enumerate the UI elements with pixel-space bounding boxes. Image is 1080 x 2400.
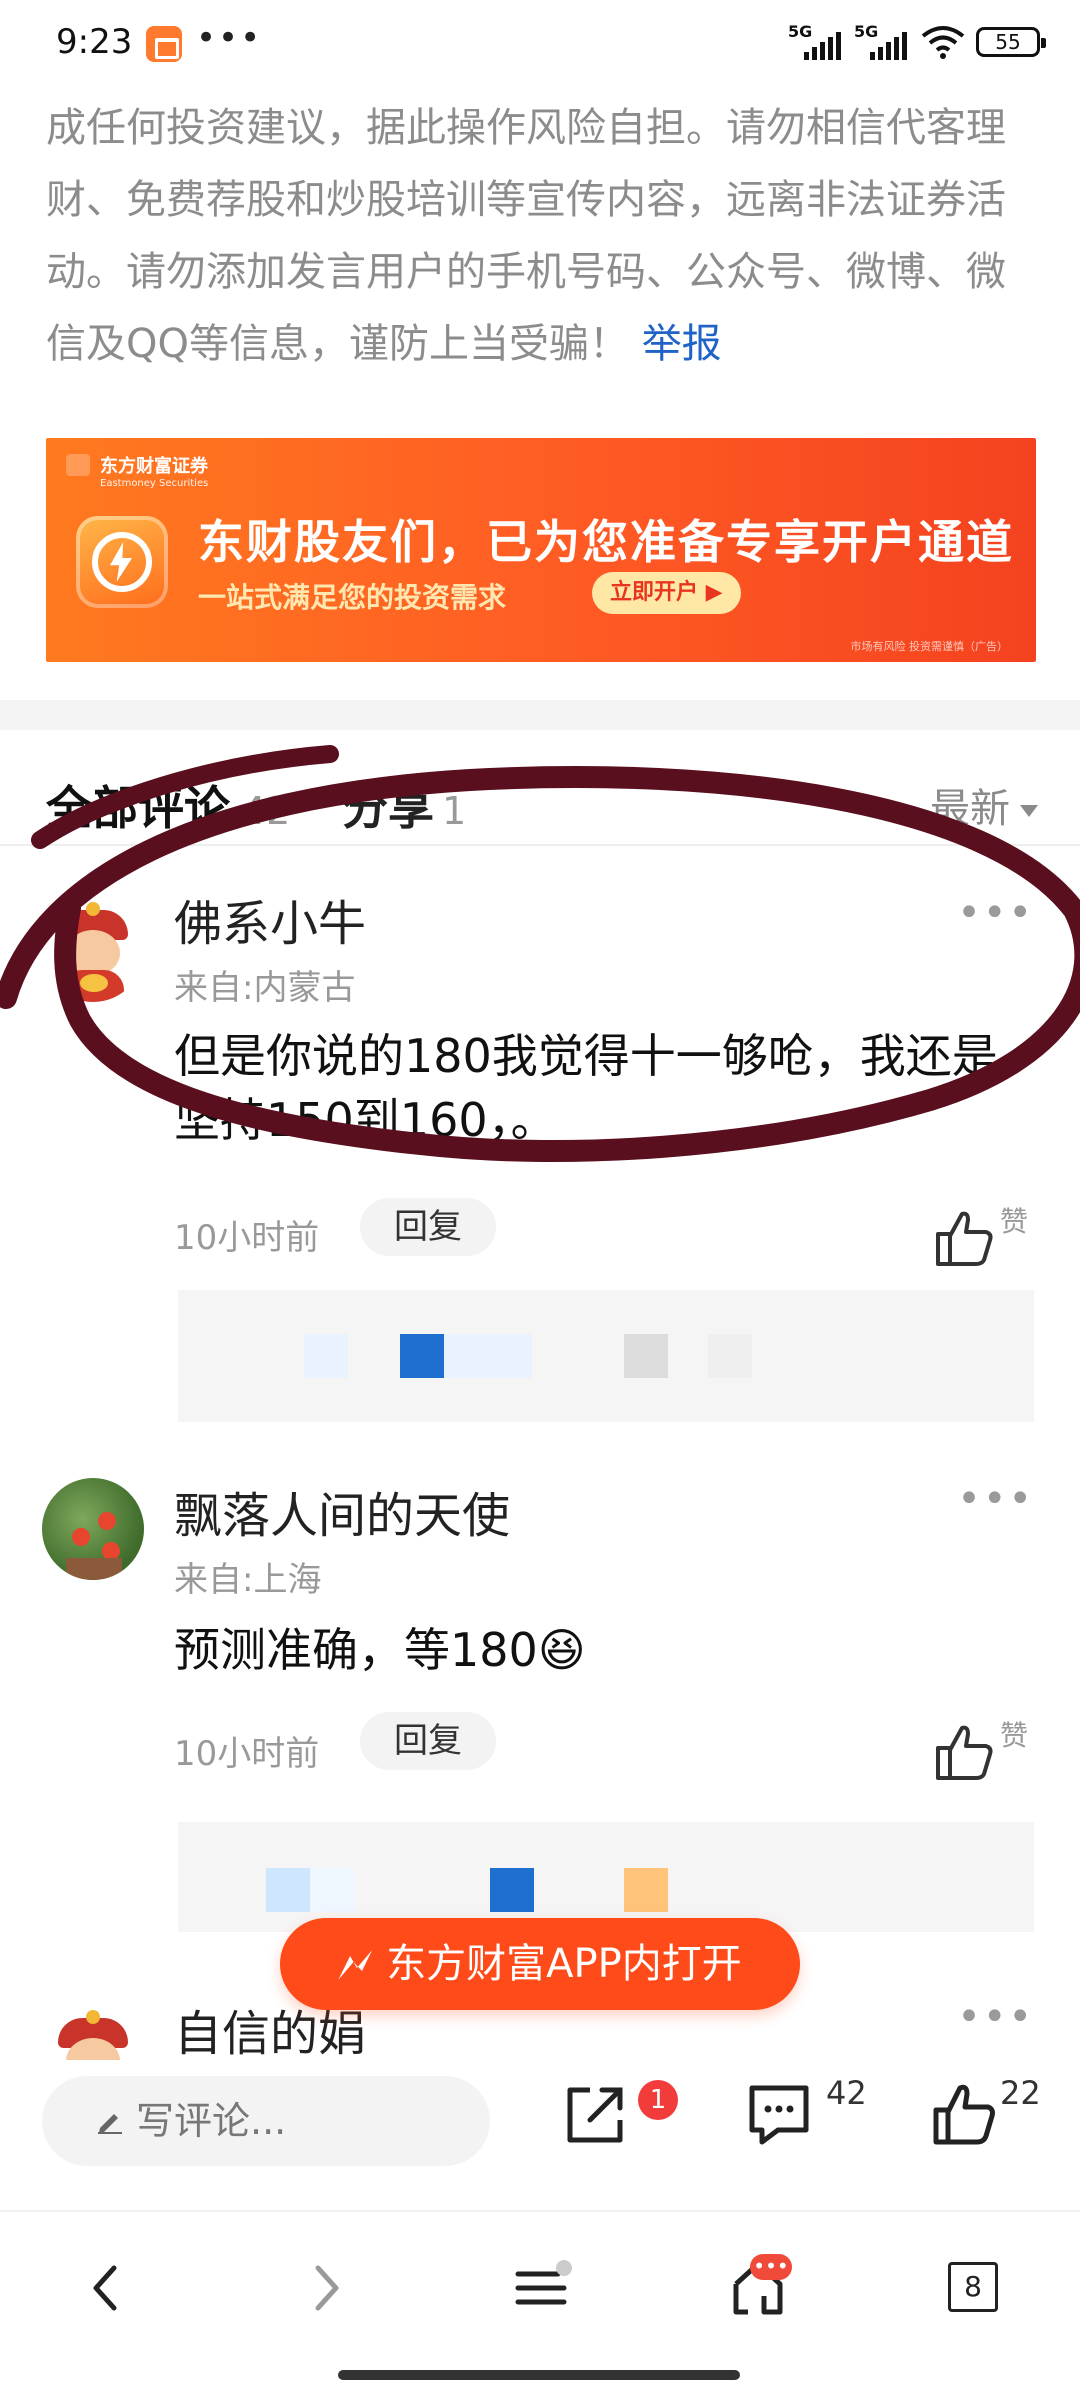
shares-tab[interactable]: 分享 1 — [342, 772, 466, 838]
comment-location: 来自:内蒙古 — [174, 968, 356, 1008]
like-label: 赞 — [1000, 1719, 1029, 1752]
reply-button[interactable]: 回复 — [360, 1198, 496, 1256]
like-button[interactable]: 赞 — [934, 1714, 1044, 1784]
menu-button[interactable] — [506, 2252, 578, 2324]
browser-nav-bar: ••• 8 — [0, 2210, 1080, 2350]
status-indicators: 5G 5G 55 — [788, 22, 1046, 62]
forward-button[interactable] — [290, 2252, 362, 2324]
comments-count: 42 — [242, 789, 291, 833]
sort-label: 最新 — [930, 786, 1010, 832]
report-link[interactable]: 举报 — [642, 321, 722, 367]
inline-ad-placeholder — [178, 1290, 1034, 1422]
shares-count: 1 — [442, 789, 467, 833]
section-divider — [0, 700, 1080, 730]
risk-disclaimer: 成任何投资建议，据此操作风险自担。请勿相信代客理财、免费荐股和炒股培训等宣传内容… — [46, 92, 1036, 380]
comment-username[interactable]: 佛系小牛 — [174, 884, 366, 954]
account-opening-banner[interactable]: 东方财富证券 Eastmoney Securities 东财股友们，已为您准备专… — [46, 438, 1036, 662]
thumbs-up-icon — [936, 1725, 993, 1780]
comment-count: 42 — [826, 2074, 867, 2112]
avatar[interactable] — [42, 1478, 144, 1580]
more-options-icon[interactable]: ••• — [957, 890, 1034, 936]
back-icon — [93, 2265, 117, 2311]
banner-brand-cn: 东方财富证券 — [100, 456, 208, 477]
status-bar: 9:23 ••• 5G 5G 55 — [0, 0, 1080, 90]
comment-location: 来自:上海 — [174, 1560, 322, 1600]
more-options-icon[interactable]: ••• — [957, 1476, 1034, 1522]
open-account-button[interactable]: 立即开户 ▶ — [592, 572, 741, 614]
home-notification-dot: ••• — [750, 2254, 792, 2280]
banner-brand: 东方财富证券 Eastmoney Securities — [66, 452, 208, 489]
forward-icon — [315, 2265, 339, 2311]
comment-text: 预测准确，等180😆 — [174, 1623, 586, 1677]
write-comment-placeholder: 写评论... — [136, 2099, 287, 2143]
share-badge: 1 — [638, 2080, 678, 2120]
comment-time: 10小时前 — [174, 1218, 320, 1258]
comment-time: 10小时前 — [174, 1734, 320, 1774]
disclaimer-text: 成任何投资建议，据此操作风险自担。请勿相信代客理财、免费荐股和炒股培训等宣传内容… — [46, 105, 1006, 367]
thumbs-up-icon — [933, 2084, 995, 2145]
comments-header: 全部评论 42 分享 1 最新 — [0, 760, 1080, 846]
inline-ad-placeholder — [178, 1822, 1034, 1932]
comment-button[interactable] — [744, 2080, 824, 2160]
reply-button[interactable]: 回复 — [360, 1712, 496, 1770]
thumbs-up-icon — [936, 1211, 993, 1266]
write-comment-input[interactable]: 写评论... — [42, 2076, 490, 2166]
banner-subtitle: 一站式满足您的投资需求 — [198, 581, 507, 614]
share-icon — [567, 2087, 623, 2143]
shares-label: 分享 — [342, 781, 434, 835]
comment-username[interactable]: 飘落人间的天使 — [174, 1476, 510, 1546]
more-options-icon[interactable]: ••• — [957, 1994, 1034, 2040]
eastmoney-logo-icon — [66, 454, 90, 476]
page: 9:23 ••• 5G 5G 55 成任何投资建议，据此操作风险自担。请勿相信代… — [0, 0, 1080, 2400]
banner-risk-note: 市场有风险 投资需谨慎（广告） — [850, 640, 1009, 653]
signal-1-icon: 5G — [788, 22, 844, 62]
share-button[interactable] — [560, 2080, 640, 2160]
comment-action-bar: 写评论... 1 42 22 — [0, 2060, 1080, 2180]
status-time: 9:23 — [56, 22, 133, 62]
tabs-button[interactable]: 8 — [948, 2262, 998, 2312]
comment-icon — [749, 2085, 809, 2145]
open-in-app-label: 东方财富APP内打开 — [386, 1941, 742, 1987]
wifi-icon — [920, 22, 966, 62]
open-in-app-button[interactable]: 东方财富APP内打开 — [280, 1918, 800, 2010]
gesture-home-indicator — [338, 2370, 740, 2380]
chevron-down-icon — [1020, 805, 1038, 817]
app-notification-icon — [146, 26, 182, 62]
pen-icon — [98, 2114, 122, 2134]
eastmoney-logo-icon — [338, 1950, 373, 1980]
banner-brand-en: Eastmoney Securities — [100, 478, 209, 489]
like-label: 赞 — [1000, 1205, 1029, 1238]
sort-dropdown[interactable]: 最新 — [930, 776, 1038, 834]
like-count: 22 — [1000, 2074, 1041, 2112]
back-button[interactable] — [70, 2252, 142, 2324]
avatar[interactable] — [42, 900, 144, 1002]
menu-icon — [515, 2260, 572, 2305]
comments-title: 全部评论 — [46, 781, 230, 835]
like-button[interactable]: 赞 — [934, 1200, 1044, 1270]
banner-title: 东财股友们，已为您准备专享开户通道 — [198, 515, 1014, 569]
more-notifications-icon: ••• — [196, 18, 263, 58]
signal-2-icon: 5G — [854, 22, 910, 62]
lightning-app-icon — [76, 516, 168, 608]
like-post-button[interactable] — [930, 2080, 1010, 2160]
comment-text: 但是你说的180我觉得十一够呛，我还是坚持150到160，。 — [174, 1029, 998, 1147]
comments-tab[interactable]: 全部评论 42 — [46, 772, 290, 838]
battery-indicator: 55 — [976, 27, 1046, 57]
